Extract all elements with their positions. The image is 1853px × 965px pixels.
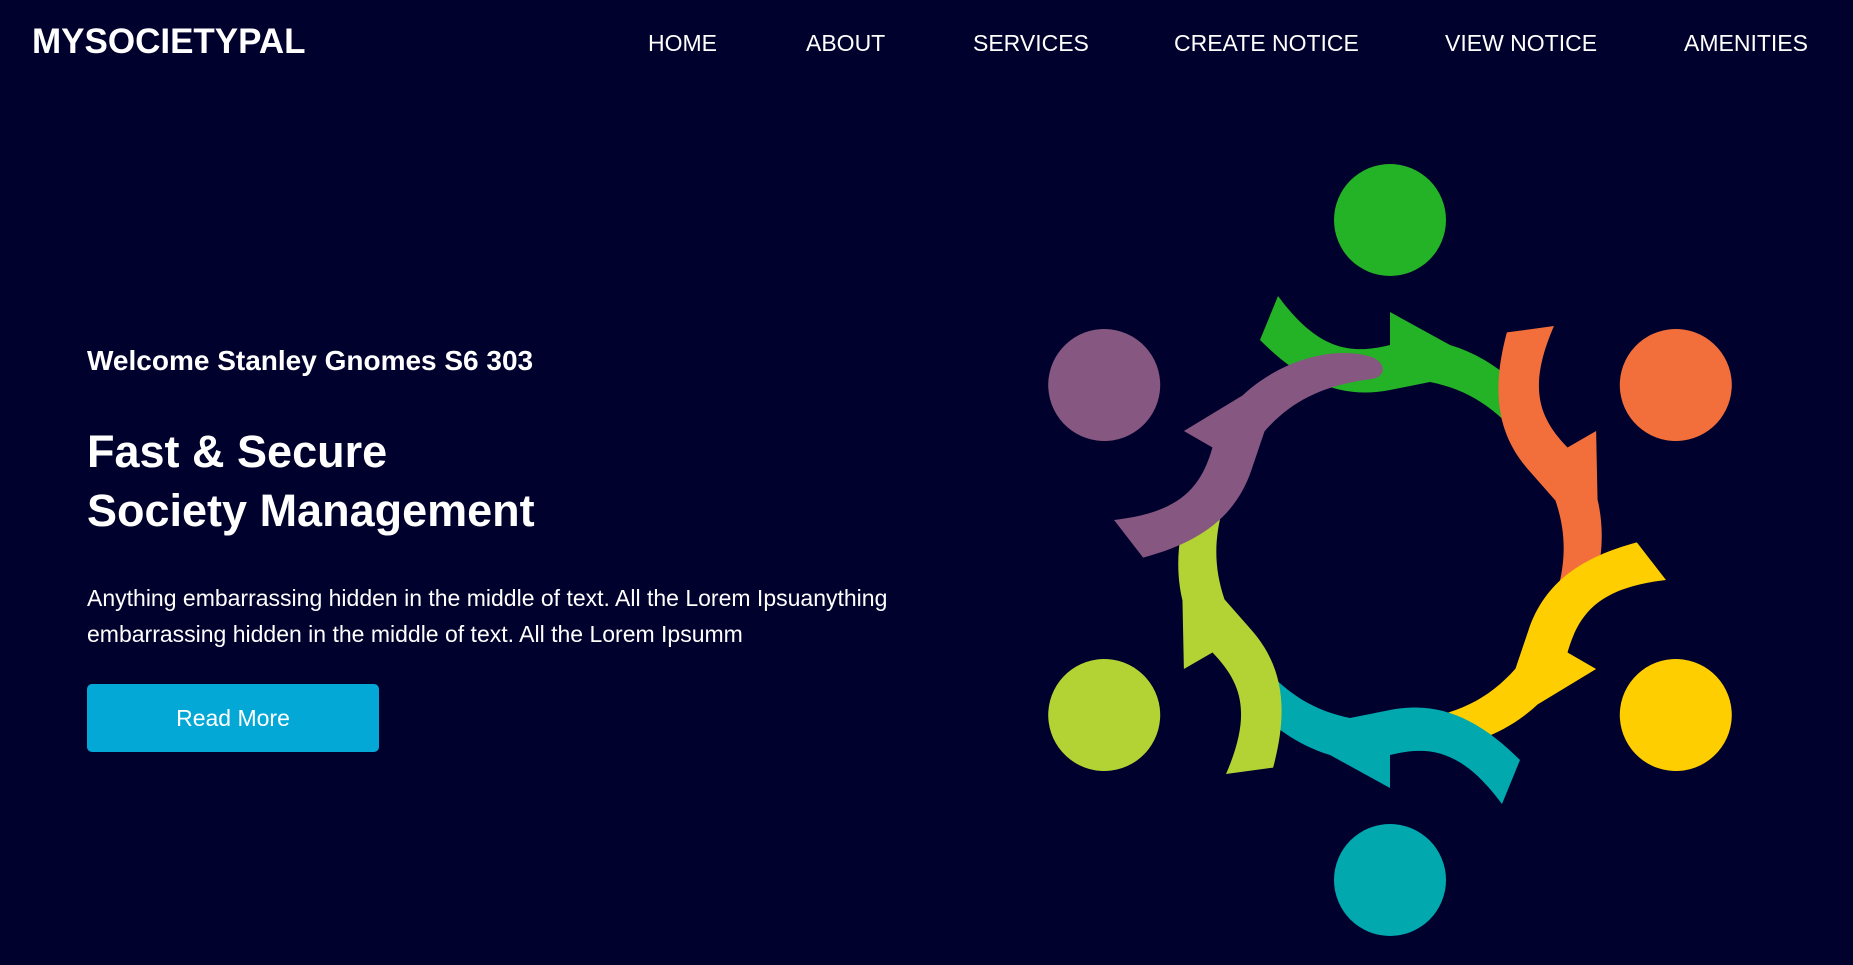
nav-amenities[interactable]: AMENITIES xyxy=(1684,30,1808,57)
person-head xyxy=(1619,329,1732,441)
person-head xyxy=(1048,329,1161,441)
person-body xyxy=(1397,542,1666,747)
hero-description: Anything embarrassing hidden in the midd… xyxy=(87,585,888,647)
person-head xyxy=(1619,659,1732,771)
person-body xyxy=(1114,353,1383,558)
person-head xyxy=(1048,659,1161,771)
community-people-icon xyxy=(1048,164,1732,936)
nav-view-notice[interactable]: VIEW NOTICE xyxy=(1445,30,1597,57)
navbar: MYSOCIETYPAL HOME ABOUT SERVICES CREATE … xyxy=(0,0,1853,86)
hero-text: Welcome Stanley Gnomes S6 303 Fast & Sec… xyxy=(87,340,987,652)
welcome-message: Welcome Stanley Gnomes S6 303 xyxy=(87,345,534,376)
nav-services[interactable]: SERVICES xyxy=(973,30,1089,57)
nav-create-notice[interactable]: CREATE NOTICE xyxy=(1174,30,1359,57)
read-more-button[interactable]: Read More xyxy=(87,684,379,752)
person-head xyxy=(1334,164,1446,276)
headline-line-2: Society Management xyxy=(87,485,535,536)
nav-home[interactable]: HOME xyxy=(648,30,717,57)
hero-headline: Fast & Secure Society Management xyxy=(87,422,987,540)
brand-logo[interactable]: MYSOCIETYPAL xyxy=(32,22,306,62)
page: MYSOCIETYPAL HOME ABOUT SERVICES CREATE … xyxy=(0,0,1853,965)
nav-about[interactable]: ABOUT xyxy=(806,30,885,57)
headline-line-1: Fast & Secure xyxy=(87,426,388,477)
person-head xyxy=(1334,824,1446,936)
